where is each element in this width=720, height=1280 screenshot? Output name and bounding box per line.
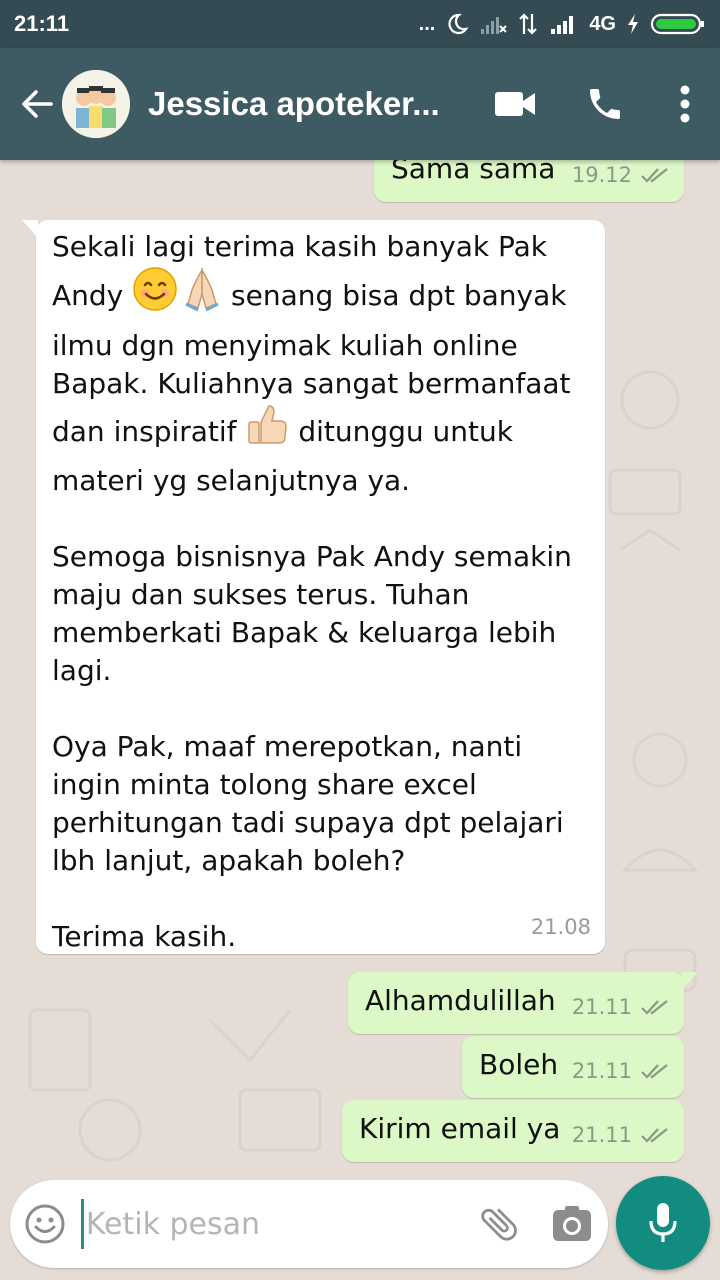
chat-area[interactable]: Sama sama 19.12 Sekali lagi terima kasih… — [0, 160, 720, 1180]
message-meta: 21.11 — [572, 1052, 670, 1090]
emoji-icon — [25, 1204, 65, 1244]
message-bubble-outgoing[interactable]: Boleh 21.11 — [462, 1036, 684, 1098]
message-text: Kirim email ya — [359, 1112, 561, 1145]
wallpaper-doodle-icon — [28, 1008, 322, 1162]
mic-button[interactable] — [616, 1176, 710, 1270]
read-ticks-icon — [641, 168, 668, 183]
message-bubble-outgoing[interactable]: Sama sama 19.12 — [374, 160, 684, 202]
message-meta: 21.11 — [572, 1116, 670, 1154]
message-line: Bapak. Kuliahnya sangat bermanfaat — [52, 367, 571, 400]
message-text: Sama sama — [391, 160, 556, 185]
charging-icon — [628, 14, 638, 34]
wallpaper-doodle-icon — [608, 370, 682, 552]
message-paragraph: Sekali lagi terima kasih banyak Pak Andy… — [52, 228, 597, 500]
read-ticks-icon — [641, 1128, 668, 1143]
status-icons: ... 4G — [419, 12, 706, 36]
signal-icon — [551, 16, 574, 34]
message-composer — [10, 1180, 608, 1268]
bubble-tail — [22, 220, 38, 238]
read-ticks-icon — [641, 1000, 668, 1015]
message-time: 21.08 — [530, 915, 591, 939]
do-not-disturb-moon-icon — [448, 13, 469, 35]
message-input[interactable] — [80, 1199, 459, 1249]
battery-icon — [650, 13, 704, 35]
message-text: Alhamdulillah — [365, 984, 556, 1017]
message-meta: 21.08 — [531, 908, 591, 946]
phone-icon — [590, 89, 620, 119]
read-ticks-icon — [641, 1064, 668, 1079]
voice-call-button[interactable] — [560, 48, 650, 160]
message-paragraph: Terima kasih. — [52, 920, 237, 953]
folded-hands-icon — [182, 266, 222, 327]
message-meta: 21.11 — [572, 988, 670, 1026]
message-paragraph: Oya Pak, maaf merepotkan, nanti ingin mi… — [52, 730, 564, 877]
video-call-button[interactable] — [470, 48, 560, 160]
contact-name[interactable]: Jessica apoteker... — [148, 85, 448, 123]
status-bar: 21:11 ... 4G — [0, 0, 720, 48]
network-type: 4G — [589, 12, 616, 35]
more-options-button[interactable] — [650, 48, 720, 160]
attach-button[interactable] — [463, 1180, 536, 1268]
camera-icon — [552, 1206, 591, 1241]
attach-icon — [481, 1208, 517, 1241]
message-text: Boleh — [479, 1048, 559, 1081]
more-vert-icon — [680, 85, 690, 123]
emoji-button[interactable] — [10, 1180, 81, 1268]
message-meta: 19.12 — [572, 160, 670, 194]
more-notifications-icon: ... — [418, 12, 436, 35]
message-time: 21.11 — [571, 1059, 632, 1083]
bubble-tail — [682, 972, 698, 990]
message-time: 21.11 — [571, 1123, 632, 1147]
back-button[interactable] — [8, 48, 66, 160]
message-line: senang bisa dpt banyak — [222, 278, 567, 312]
avatar[interactable] — [62, 70, 130, 138]
message-line: ilmu dgn menyimak kuliah online — [52, 329, 518, 362]
message-paragraph: Semoga bisnisnya Pak Andy semakin maju d… — [52, 540, 572, 687]
message-bubble-outgoing[interactable]: Kirim email ya 21.11 — [342, 1100, 684, 1162]
thumbs-up-icon — [245, 403, 289, 462]
message-line: materi yg selanjutnya ya. — [52, 464, 411, 497]
message-time: 21.11 — [571, 995, 632, 1019]
message-bubble-incoming[interactable]: Sekali lagi terima kasih banyak Pak Andy… — [22, 220, 605, 954]
smiling-face-icon — [132, 266, 178, 327]
message-line: Sekali lagi terima kasih banyak Pak — [52, 230, 547, 263]
message-line: ditunggu untuk — [289, 414, 513, 448]
message-line: Andy — [52, 278, 133, 312]
status-time: 21:11 — [14, 11, 70, 36]
data-transfer-icon — [519, 13, 538, 35]
weak-signal-icon — [481, 17, 508, 34]
avatar-image — [62, 70, 130, 138]
message-time: 19.12 — [571, 163, 632, 187]
video-call-icon — [495, 92, 535, 116]
message-bubble-outgoing[interactable]: Alhamdulillah 21.11 — [348, 972, 698, 1034]
camera-button[interactable] — [535, 1180, 608, 1268]
message-line: dan inspiratif — [52, 414, 246, 448]
back-arrow-icon — [22, 90, 53, 118]
mic-icon — [649, 1203, 677, 1242]
chat-header: Jessica apoteker... — [0, 48, 720, 160]
